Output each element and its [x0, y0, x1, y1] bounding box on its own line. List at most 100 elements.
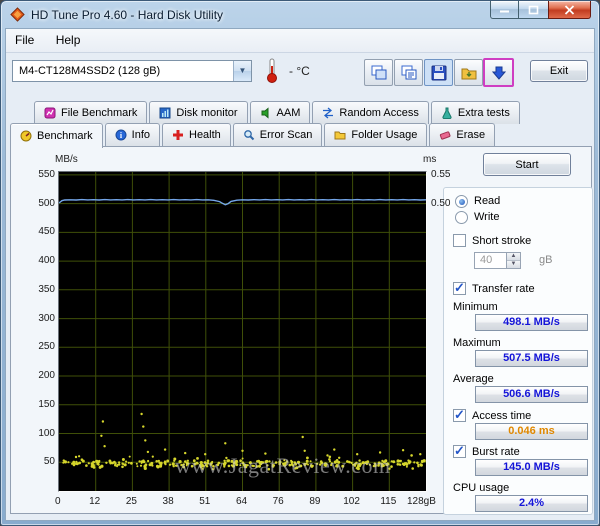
short-stroke-checkbox[interactable] [453, 234, 466, 247]
maximize-button[interactable] [519, 1, 548, 19]
cpu-usage-value: 2.4% [475, 495, 588, 512]
burst-rate-label[interactable]: Burst rate [472, 446, 520, 458]
tab-benchmark[interactable]: Benchmark [10, 123, 103, 148]
tab-disk-monitor[interactable]: Disk monitor [149, 101, 248, 124]
window-title: HD Tune Pro 4.60 - Hard Disk Utility [31, 8, 224, 22]
export-folder-icon [461, 68, 476, 79]
tab-folder-usage[interactable]: Folder Usage [324, 123, 428, 146]
transfer-rate-checkbox[interactable] [453, 280, 466, 296]
gauge-icon [20, 130, 32, 142]
download-arrow-icon [491, 66, 506, 80]
write-label[interactable]: Write [474, 211, 499, 223]
burst-rate-checkbox[interactable] [453, 443, 466, 459]
axis-tick: 450 [38, 226, 55, 238]
copy-image-button[interactable] [364, 59, 393, 86]
title-bar[interactable]: HD Tune Pro 4.60 - Hard Disk Utility [1, 1, 599, 28]
axis-tick: 500 [38, 197, 55, 209]
tab-file-benchmark-label: File Benchmark [61, 107, 138, 119]
watermark: www.JagatReview.com [175, 453, 391, 478]
maximize-icon [528, 5, 539, 14]
cpu-usage-label: CPU usage [453, 482, 510, 494]
axis-tick: 115 [380, 496, 397, 507]
minimize-icon [500, 10, 509, 13]
health-cross-icon [172, 129, 184, 141]
maximum-value: 507.5 MB/s [475, 350, 588, 367]
copy-text-button[interactable] [394, 59, 423, 86]
axis-tick: 128gB [407, 496, 436, 507]
axis-tick: 38 [162, 496, 174, 507]
axis-tick: 51 [199, 496, 211, 507]
save-icon [431, 65, 446, 80]
export-button[interactable] [454, 59, 483, 86]
transfer-rate-label[interactable]: Transfer rate [472, 283, 535, 295]
tab-file-benchmark[interactable]: File Benchmark [34, 101, 148, 124]
short-stroke-size-value[interactable]: 40 [475, 253, 506, 268]
axis-tick: 102 [343, 496, 360, 507]
axis-tick: 64 [235, 496, 248, 507]
stepper-up-icon[interactable]: ▲ [507, 253, 520, 260]
axis-tick: 150 [38, 398, 55, 410]
tab-error-scan-label: Error Scan [259, 129, 313, 141]
axis-tick: 89 [309, 496, 321, 507]
axis-tick: 0 [55, 496, 61, 507]
file-benchmark-icon [44, 107, 56, 119]
axis-tick: 200 [38, 370, 55, 381]
axis-tick: 550 [38, 168, 55, 180]
average-value: 506.6 MB/s [475, 386, 588, 403]
caption-buttons [490, 1, 591, 19]
tab-extra-tests-label: Extra tests [457, 107, 510, 119]
disk-monitor-icon [159, 107, 171, 119]
tab-random-access-label: Random Access [339, 107, 419, 119]
drive-select[interactable]: M4-CT128M4SSD2 (128 gB) ▼ [12, 60, 252, 82]
copy-text-icon [401, 65, 416, 79]
short-stroke-size-stepper[interactable]: 40 ▲ ▼ [474, 252, 521, 269]
client-area: File Help M4-CT128M4SSD2 (128 gB) ▼ - °C… [5, 28, 595, 521]
tab-erase[interactable]: Erase [429, 123, 496, 146]
save-screenshot-button[interactable] [424, 59, 453, 86]
tab-extra-tests[interactable]: Extra tests [430, 101, 520, 124]
flask-icon [441, 107, 453, 119]
thermometer-icon [265, 57, 279, 84]
speaker-icon [260, 107, 272, 119]
axis-tick: 76 [272, 496, 284, 507]
right-axis-title: ms [423, 154, 437, 165]
download-results-button[interactable] [483, 58, 514, 87]
minimum-value: 498.1 MB/s [475, 314, 588, 331]
tab-folder-usage-label: Folder Usage [351, 129, 418, 141]
menu-file[interactable]: File [6, 29, 43, 51]
tab-row-top: File Benchmark Disk monitor AAM Random A… [34, 101, 522, 124]
write-radio[interactable] [455, 211, 468, 224]
axis-tick: 400 [38, 255, 55, 267]
tab-error-scan[interactable]: Error Scan [232, 123, 323, 146]
temperature-readout: - °C [289, 64, 310, 78]
read-label[interactable]: Read [474, 195, 500, 207]
start-button[interactable]: Start [483, 153, 571, 176]
eraser-icon [439, 129, 451, 141]
stepper-down-icon[interactable]: ▼ [507, 260, 520, 268]
minimize-button[interactable] [490, 1, 519, 19]
tab-health-label: Health [189, 129, 221, 141]
magnifier-icon [243, 129, 255, 141]
exit-button[interactable]: Exit [530, 60, 588, 82]
access-time-checkbox[interactable] [453, 407, 466, 423]
menu-bar: File Help [6, 29, 594, 53]
folder-icon [334, 129, 346, 141]
app-window: HD Tune Pro 4.60 - Hard Disk Utility Fil… [0, 0, 600, 526]
access-time-label[interactable]: Access time [472, 410, 531, 422]
tab-aam[interactable]: AAM [249, 101, 311, 124]
tab-info[interactable]: i Info [104, 123, 160, 146]
close-button[interactable] [548, 1, 591, 19]
info-icon: i [115, 129, 127, 141]
axis-tick: 100 [38, 427, 55, 439]
tab-erase-label: Erase [456, 129, 486, 141]
chevron-down-icon[interactable]: ▼ [233, 61, 251, 81]
menu-help[interactable]: Help [47, 29, 90, 51]
tab-health[interactable]: Health [162, 123, 231, 146]
short-stroke-label[interactable]: Short stroke [472, 235, 531, 247]
tab-info-label: Info [131, 129, 150, 141]
axis-tick: 350 [38, 283, 55, 295]
close-icon [564, 4, 575, 15]
stepper-arrows: ▲ ▼ [506, 253, 520, 268]
minimum-label: Minimum [453, 301, 498, 313]
tab-random-access[interactable]: Random Access [312, 101, 429, 124]
